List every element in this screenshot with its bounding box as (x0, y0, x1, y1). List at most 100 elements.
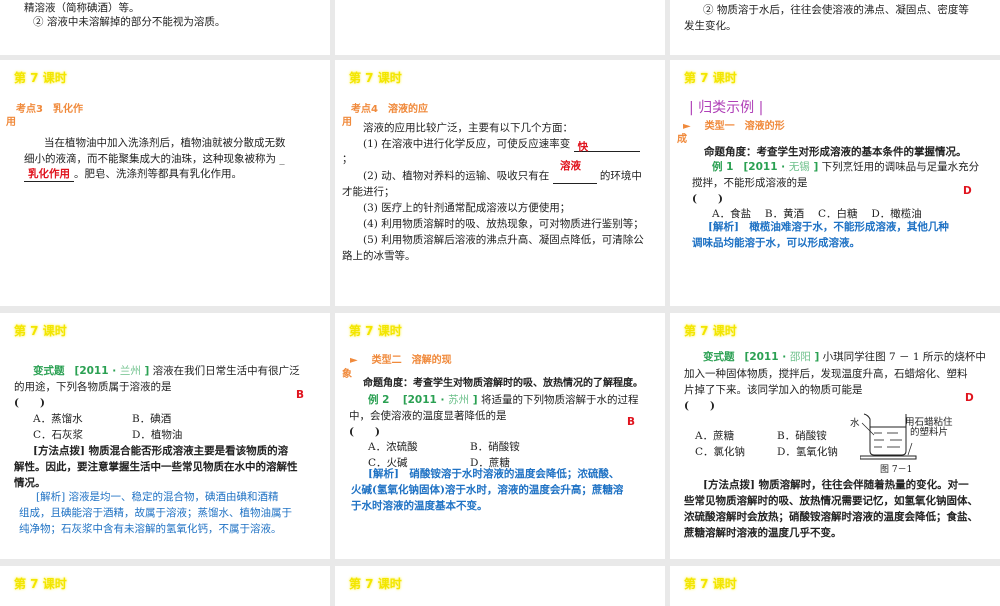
text-line: ； (342, 153, 353, 165)
analysis-line: 于水时溶液的温度基本不变。 (351, 500, 488, 512)
option: D．植物油 (132, 429, 183, 441)
text-line: 搅拌，不能形成溶液的是 (692, 177, 808, 189)
slide-thumbnail[interactable]: 第 7 课时 考点4 溶液的应 用 溶液的应用比较广泛，主要有以下几个方面： (… (335, 60, 665, 306)
source: [2011 · (743, 161, 789, 173)
text-fragment: 溶液在我们日常生活中有很广泛 (149, 365, 300, 377)
analysis-line: 调味品均能溶于水，可以形成溶液。 (692, 237, 860, 249)
variant-label: 变式题 (703, 351, 735, 363)
answer-text: D (963, 185, 972, 197)
lesson-title: 第 7 课时 (349, 71, 402, 85)
source: [2011 · (74, 365, 120, 377)
method-line: 浓硫酸溶解时会放热；硝酸铵溶解时溶液的温度会降低；食盐、 (684, 511, 978, 523)
section-heading-cont: 用 (6, 117, 16, 128)
lesson-title: 第 7 课时 (14, 324, 67, 338)
answer-paren: ( ) (14, 397, 45, 409)
text-line: 命题角度：考查学生对形成溶液的基本条件的掌握情况。 (704, 146, 967, 158)
slide-thumbnail[interactable] (335, 0, 665, 55)
analysis-line: 组成，且碘能溶于酒精，故属于溶液；蒸馏水、植物油属于 (19, 507, 292, 519)
options: A．食盐 B．黄酒 C．白糖 D．橄榄油 (712, 208, 922, 220)
slide-thumbnail[interactable]: 第 7 课时 ► 类型二 溶解的现 象 命题角度：考查学生对物质溶解时的吸、放热… (335, 313, 665, 559)
slide-thumbnail[interactable]: 第 7 课时 变式题 [2011 · 邵阳 ] 小琪同学往图 7 － 1 所示的… (670, 313, 1000, 559)
answer-text: B (627, 416, 636, 428)
analysis-line: [解析] 溶液是均一、稳定的混合物，碘酒由碘和酒精 (36, 491, 279, 503)
section-heading: 考点3 乳化作 (16, 104, 83, 115)
text-line: (4) 利用物质溶解时的吸、放热现象，可对物质进行鉴别等； (363, 218, 644, 230)
text-fragment: 橄榄油难溶于水，不能形成溶液，其他几种 (738, 221, 949, 233)
slide-thumbnail[interactable]: 第 7 课时 (335, 566, 665, 606)
analysis-line: [解析] 橄榄油难溶于水，不能形成溶液，其他几种 (708, 220, 949, 234)
question-line: 例 2 [2011 · 苏州 ] 将适量的下列物质溶解于水的过程 (368, 393, 638, 407)
lesson-title: 第 7 课时 (349, 324, 402, 338)
answer-paren: ( ) (349, 426, 380, 438)
analysis-label: [解析] (708, 221, 739, 233)
lesson-title: 第 7 课时 (14, 71, 67, 85)
text-line: 中，会使溶液的温度显著降低的是 (349, 410, 507, 422)
text-fragment: 类型二 溶解的现 (371, 355, 452, 366)
text-line: 溶液的应用比较广泛，主要有以下几个方面： (363, 122, 573, 134)
slide-thumbnail[interactable]: 第 7 课时 | 归类示例 | ► 类型一 溶液的形 成 命题角度：考查学生对形… (670, 60, 1000, 306)
lesson-title: 第 7 课时 (684, 324, 737, 338)
analysis-line: [解析] 硝酸铵溶于水时溶液的温度会降低；浓硫酸、 (368, 468, 620, 480)
text-line: 细小的液滴，而不能聚集成大的油珠，这种现象被称为 _ (24, 153, 285, 165)
text-fragment: 物质溶解时，往往会伴随着热量的变化。对一 (754, 479, 969, 491)
type-heading: ► 类型二 溶解的现 (350, 354, 452, 368)
text-fragment: (2) 动、植物对养料的运输、吸收只有在 (363, 170, 550, 182)
text-fragment: 的环境中 (599, 170, 642, 182)
answer-text: D (965, 392, 974, 404)
method-line: [方法点拨] 物质混合能否形成溶液主要是看该物质的溶 (33, 444, 288, 458)
source: ] (469, 394, 478, 406)
method-label: [方法点拨] (703, 479, 755, 491)
arrow-icon: ► (683, 121, 691, 132)
text-line: (1) 在溶液中进行化学反应，可使反应速率变 快 (363, 137, 640, 153)
text-fragment: (1) 在溶液中进行化学反应，可使反应速率变 (363, 138, 571, 150)
option: C．氯化钠 (695, 446, 746, 458)
method-line: 蔗糖溶解时溶液的温度几乎不变。 (684, 527, 842, 539)
answer-paren: ( ) (684, 400, 715, 412)
lesson-title: 第 7 课时 (14, 577, 67, 591)
lesson-title: 第 7 课时 (684, 577, 737, 591)
text-fragment: 物质混合能否形成溶液主要是看该物质的溶 (84, 445, 289, 457)
method-line: 些常见物质溶解时的吸、放热情况需要记忆，如氢氧化钠固体、 (684, 495, 978, 507)
section-heading: 考点4 溶液的应 (351, 104, 428, 115)
option: B．碘酒 (132, 413, 172, 425)
text-line: 精溶液（简称碘酒）等。 (24, 2, 140, 14)
method-line: 情况。 (14, 477, 46, 489)
text-line: 的用途，下列各物质属于溶液的是 (14, 381, 172, 393)
lesson-title: 第 7 课时 (349, 577, 402, 591)
source: [2011 · (402, 394, 449, 406)
slide-thumbnail[interactable]: 第 7 课时 (0, 566, 330, 606)
type-heading-cont: 象 (342, 369, 352, 380)
text-line: ② 物质溶于水后，往往会使溶液的沸点、凝固点、密度等 (703, 4, 969, 16)
example-label: 例 2 (368, 394, 390, 406)
text-line: 当在植物油中加入洗涤剂后，植物油就被分散成无数 (44, 137, 286, 149)
lesson-title: 第 7 课时 (684, 71, 737, 85)
source-city: 无锡 (788, 161, 810, 173)
answer-text: B (296, 389, 305, 401)
text-line: (2) 动、植物对养料的运输、吸收只有在 的环境中 (363, 169, 642, 184)
figure-label: 水 (850, 418, 860, 429)
text-line: 加入一种固体物质，搅拌后，发现温度升高，石蜡熔化、塑料 (684, 368, 968, 380)
text-fragment: 将适量的下列物质溶解于水的过程 (477, 394, 639, 406)
slide-thumbnail[interactable]: 精溶液（简称碘酒）等。 ② 溶液中未溶解掉的部分不能视为溶质。 (0, 0, 330, 55)
method-label: [方法点拨] (33, 445, 85, 457)
example-label: 例 1 (712, 161, 734, 173)
text-line: 命题角度：考查学生对物质溶解时的吸、放热情况的了解程度。 (363, 378, 643, 389)
slide-thumbnail[interactable]: ② 物质溶于水后，往往会使溶液的沸点、凝固点、密度等 发生变化。 (670, 0, 1000, 55)
option: A．蒸馏水 (33, 413, 83, 425)
answer-text: 快 (577, 141, 589, 153)
method-line: [方法点拨] 物质溶解时，往往会伴随着热量的变化。对一 (703, 478, 969, 492)
type-heading-cont: 成 (677, 134, 687, 145)
source: [2011 · (744, 351, 790, 363)
text-line: ② 溶液中未溶解掉的部分不能视为溶质。 (33, 16, 226, 28)
method-line: 解性。因此，要注意掌握生活中一些常见物质在水中的溶解性 (14, 461, 298, 473)
slide-thumbnail[interactable]: 第 7 课时 (670, 566, 1000, 606)
slide-thumbnail[interactable]: 第 7 课时 变式题 [2011 · 兰州 ] 溶液在我们日常生活中有很广泛 的… (0, 313, 330, 559)
text-line: 路上的冰雪等。 (342, 250, 416, 262)
source-city: 邵阳 (789, 351, 811, 363)
slide-thumbnail[interactable]: 第 7 课时 考点3 乳化作 用 当在植物油中加入洗涤剂后，植物油就被分散成无数… (0, 60, 330, 306)
analysis-line: 纯净物；石灰浆中含有未溶解的氢氧化钙，不属于溶液。 (19, 523, 282, 535)
text-line: (5) 利用物质溶解后溶液的沸点升高、凝固点降低，可清除公 (363, 234, 644, 246)
question-line: 变式题 [2011 · 兰州 ] 溶液在我们日常生活中有很广泛 (33, 364, 300, 378)
option: B．硝酸铵 (777, 430, 827, 442)
text-line: 发生变化。 (684, 20, 737, 32)
